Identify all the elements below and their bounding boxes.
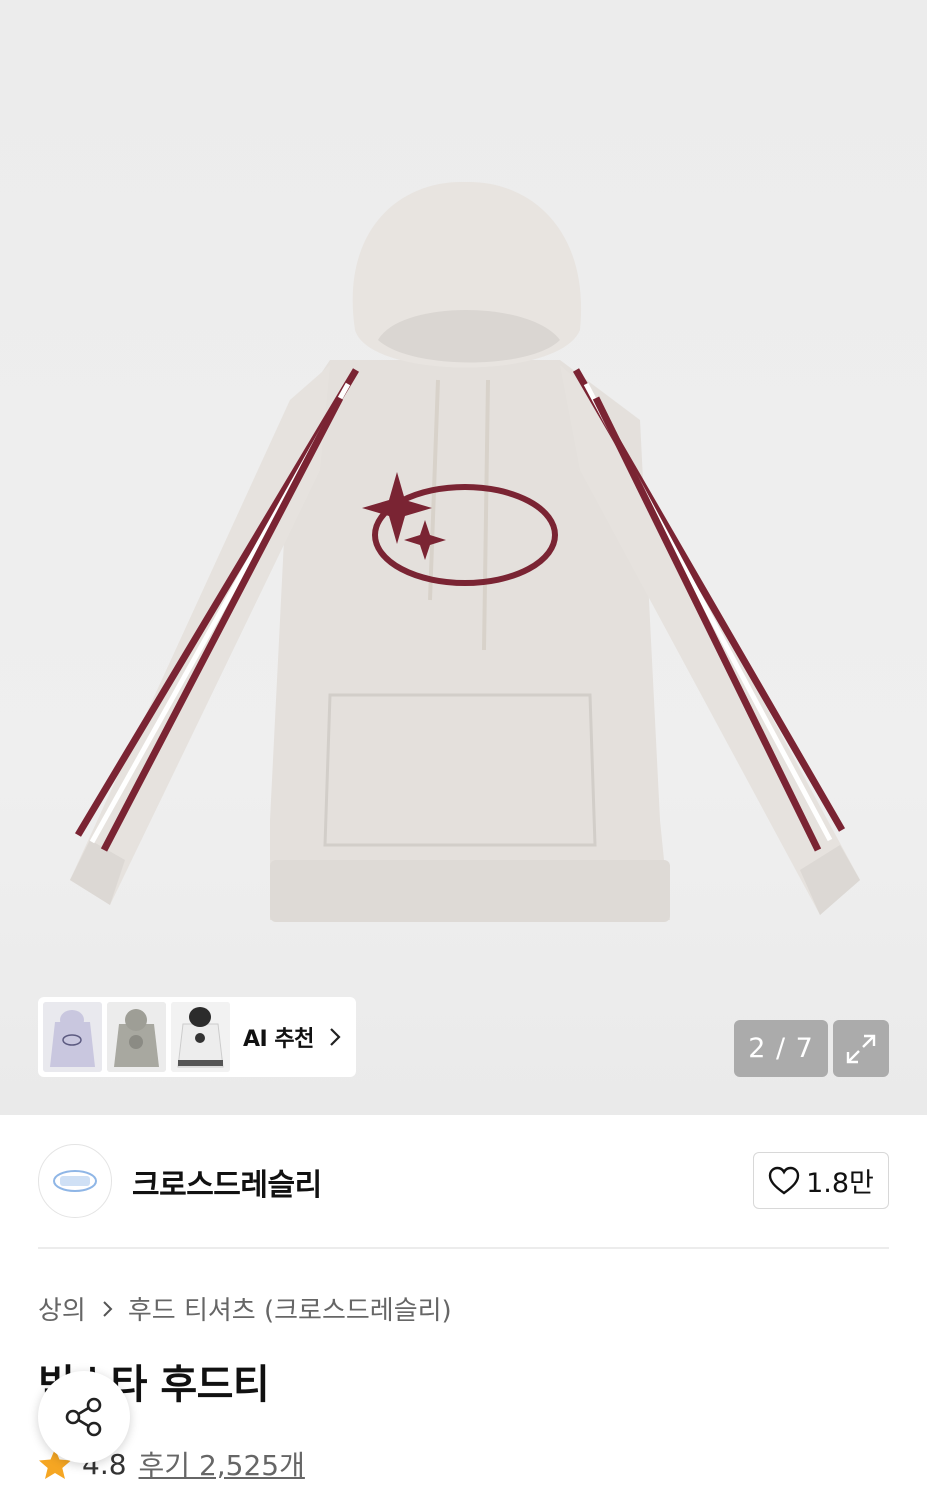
ai-recommend-label: AI 추천 — [243, 1027, 314, 1052]
breadcrumb-category[interactable]: 상의 — [38, 1290, 86, 1327]
brand-logo-image — [53, 1170, 97, 1192]
review-count-link[interactable]: 후기 2,525개 — [139, 1444, 305, 1484]
like-count: 1.8만 — [806, 1168, 874, 1199]
share-icon — [65, 1397, 102, 1437]
brand-name[interactable]: 크로스드레슬리 — [132, 1160, 322, 1204]
expand-button[interactable] — [833, 1020, 889, 1077]
white-hoodie-thumb[interactable] — [171, 1002, 230, 1072]
brand-logo[interactable] — [38, 1144, 112, 1218]
like-button[interactable]: 1.8만 — [753, 1152, 889, 1209]
divider — [38, 1247, 889, 1249]
heart-icon — [768, 1166, 800, 1194]
share-button[interactable] — [38, 1371, 130, 1463]
product-image-gallery[interactable]: AI 추천 2 / 7 — [0, 0, 927, 1115]
expand-icon — [846, 1034, 876, 1063]
ai-recommend-chip[interactable]: AI 추천 — [38, 997, 356, 1077]
breadcrumb: 상의 후드 티셔츠 (크로스드레슬리) — [38, 1290, 452, 1327]
chevron-right-icon — [330, 1028, 341, 1046]
hoodie-product-image — [70, 181, 860, 922]
image-counter: 2 / 7 — [734, 1020, 828, 1077]
gray-hoodie-thumb[interactable] — [107, 1002, 166, 1072]
lavender-hoodie-thumb[interactable] — [43, 1002, 102, 1072]
breadcrumb-subcategory[interactable]: 후드 티셔츠 (크로스드레슬리) — [128, 1290, 452, 1327]
chevron-right-icon — [103, 1300, 113, 1317]
